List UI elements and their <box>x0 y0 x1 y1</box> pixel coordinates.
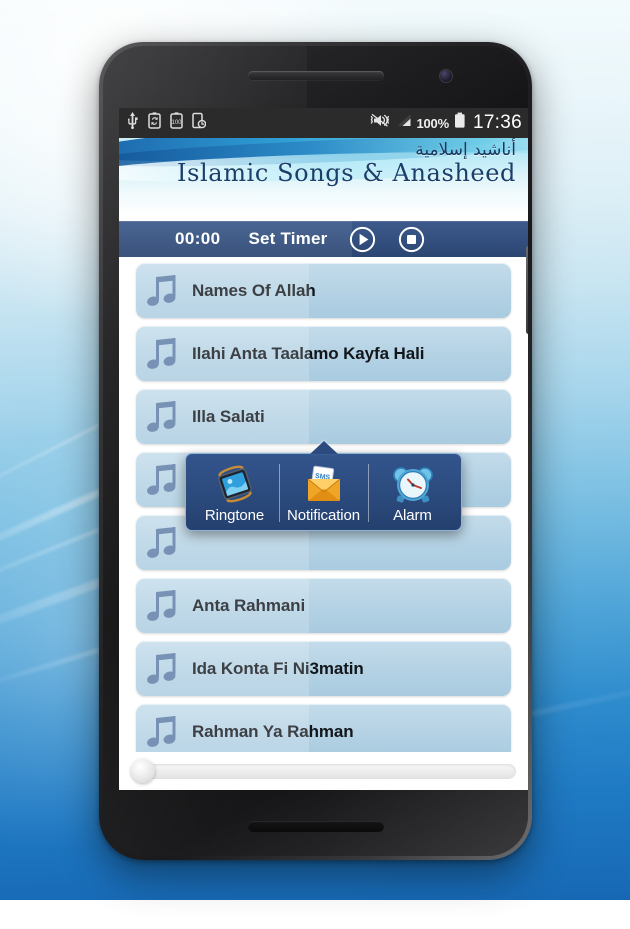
svg-text:100: 100 <box>171 120 182 126</box>
seek-bar-area <box>119 752 528 790</box>
phone-screen: 100 100% 17:36 أناشيد إسلامية Islamic So… <box>119 108 528 790</box>
banner-latin-title: Islamic Songs & Anasheed <box>177 158 516 187</box>
music-note-icon <box>136 651 192 687</box>
banner-arabic-title: أناشيد إسلامية <box>415 140 516 160</box>
list-item-title: Ida Konta Fi Ni3matin <box>192 658 364 678</box>
music-note-icon <box>136 273 192 309</box>
sync-battery-icon <box>148 112 161 134</box>
battery-icon <box>454 112 466 134</box>
phone-device-frame: 100 100% 17:36 أناشيد إسلامية Islamic So… <box>99 42 532 860</box>
phone-body: 100 100% 17:36 أناشيد إسلامية Islamic So… <box>103 46 528 856</box>
volume-rocker[interactable] <box>526 246 528 334</box>
status-bar-clock: 17:36 <box>472 112 522 133</box>
music-note-icon <box>136 588 192 624</box>
ringing-phone-icon <box>212 462 258 506</box>
popup-item-label: Notification <box>286 507 360 524</box>
music-note-icon <box>136 336 192 372</box>
status-bar: 100 100% 17:36 <box>119 108 528 138</box>
sms-envelope-icon: SMS <box>301 462 347 506</box>
timer-value: 00:00 <box>175 229 221 248</box>
popup-item-notification[interactable]: SMS Notification <box>279 460 368 526</box>
seek-bar-track[interactable] <box>131 759 516 783</box>
list-item[interactable]: Rahman Ya Rahman <box>136 704 511 752</box>
list-item[interactable]: Illa Salati <box>136 389 511 444</box>
list-item[interactable]: Ilahi Anta Taalamo Kayfa Hali <box>136 326 511 381</box>
list-item-title: Illa Salati <box>192 406 265 426</box>
popup-item-ringtone[interactable]: Ringtone <box>190 460 279 526</box>
vibrate-mute-icon <box>369 112 391 134</box>
usb-icon <box>126 112 139 134</box>
music-note-icon <box>136 462 192 498</box>
bottom-speaker-slot <box>247 821 384 832</box>
banner-title-group: أناشيد إسلامية Islamic Songs & Anasheed <box>177 140 516 187</box>
list-item-title: Ilahi Anta Taalamo Kayfa Hali <box>192 343 425 363</box>
status-bar-right-icons: 100% 17:36 <box>369 112 523 134</box>
front-camera-icon <box>440 70 452 82</box>
list-item-title: Anta Rahmani <box>192 595 306 615</box>
music-note-icon <box>136 525 192 561</box>
popup-menu[interactable]: Ringtone SMS Notification Alarm <box>185 453 462 531</box>
list-item-title: Names Of Allah <box>192 280 316 300</box>
list-item[interactable]: Ida Konta Fi Ni3matin <box>136 641 511 696</box>
popup-item-label: Alarm <box>393 507 432 524</box>
app-banner: أناشيد إسلامية Islamic Songs & Anasheed <box>119 138 528 221</box>
play-icon[interactable] <box>349 226 376 253</box>
device-clock-icon <box>192 112 207 134</box>
stop-icon[interactable] <box>398 226 425 253</box>
song-list[interactable]: Names Of Allah Ilahi Anta Taalamo Kayfa … <box>119 257 528 752</box>
status-bar-left-icons: 100 <box>126 112 207 134</box>
music-note-icon <box>136 714 192 750</box>
list-item-title: Rahman Ya Rahman <box>192 721 354 741</box>
alarm-clock-icon <box>390 462 436 506</box>
popup-item-alarm[interactable]: Alarm <box>368 460 457 526</box>
earpiece-speaker <box>247 71 384 80</box>
list-item[interactable]: Anta Rahmani <box>136 578 511 633</box>
music-note-icon <box>136 399 192 435</box>
banner-bottom-fade <box>119 203 528 221</box>
seek-bar-thumb[interactable] <box>131 759 155 783</box>
battery-percent-label: 100% <box>416 115 450 131</box>
popup-item-label: Ringtone <box>204 507 265 524</box>
battery-100-icon: 100 <box>170 112 183 134</box>
timer-bar: 00:00 Set Timer <box>119 221 528 257</box>
set-timer-button[interactable]: Set Timer <box>248 229 327 249</box>
signal-bars-icon <box>396 112 412 134</box>
list-item[interactable]: Names Of Allah <box>136 263 511 318</box>
